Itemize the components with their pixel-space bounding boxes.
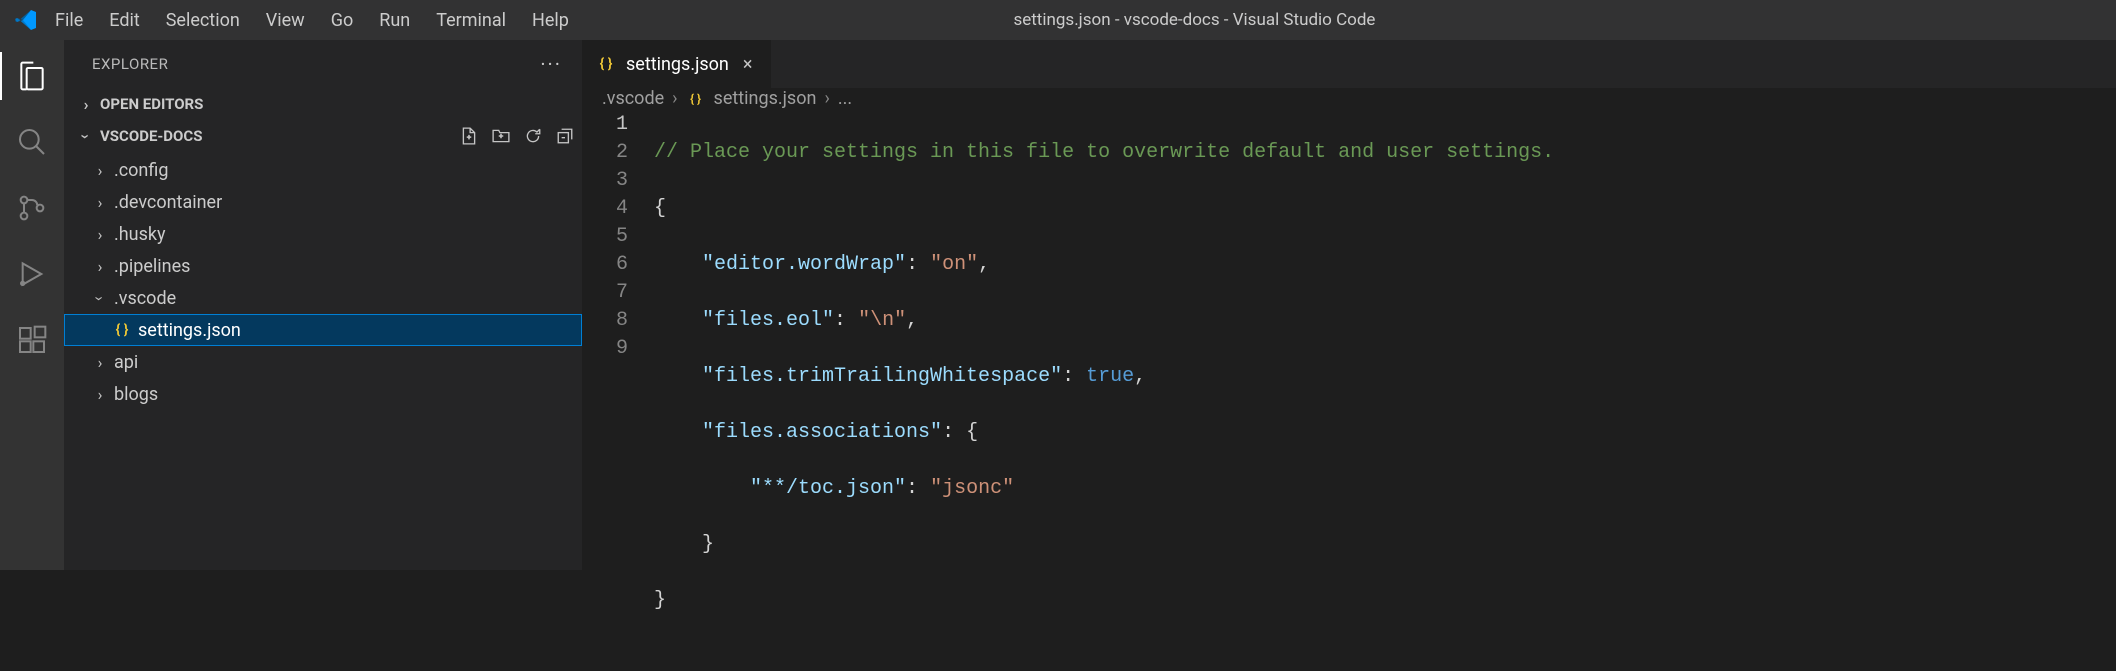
file-tree: ›.config ›.devcontainer ›.husky ›.pipeli… [64, 152, 582, 412]
refresh-icon[interactable] [524, 127, 542, 145]
activity-source-control-icon[interactable] [8, 184, 56, 232]
collapse-all-icon[interactable] [556, 127, 574, 145]
menu-edit[interactable]: Edit [97, 4, 151, 37]
editor-tabs: { } settings.json × [582, 40, 2116, 88]
code-lines[interactable]: // Place your settings in this file to o… [654, 111, 2116, 671]
json-file-icon: { } [686, 92, 706, 106]
explorer-title: EXPLORER [92, 55, 168, 73]
activity-search-icon[interactable] [8, 118, 56, 166]
chevron-right-icon: › [824, 88, 829, 109]
new-file-icon[interactable] [460, 127, 478, 145]
open-editors-label: OPEN EDITORS [100, 95, 203, 113]
menu-selection[interactable]: Selection [154, 4, 252, 37]
chevron-down-icon: › [77, 128, 96, 144]
breadcrumb-trail[interactable]: ... [838, 88, 852, 109]
breadcrumb-file[interactable]: settings.json [714, 88, 817, 109]
activity-extensions-icon[interactable] [8, 316, 56, 364]
explorer-sidebar: EXPLORER ··· › OPEN EDITORS › VSCODE-DOC… [64, 40, 582, 570]
json-file-icon: { } [596, 56, 616, 72]
chevron-right-icon: › [92, 353, 108, 372]
activity-run-debug-icon[interactable] [8, 250, 56, 298]
breadcrumb-folder[interactable]: .vscode [602, 88, 664, 109]
workspace-actions [460, 127, 574, 145]
menu-view[interactable]: View [254, 4, 317, 37]
menu-bar: File Edit Selection View Go Run Terminal… [43, 4, 581, 37]
tree-folder[interactable]: ›.vscode [64, 282, 582, 314]
tree-folder[interactable]: ›.husky [64, 218, 582, 250]
chevron-right-icon: › [78, 95, 94, 114]
window-title: settings.json - vscode-docs - Visual Stu… [581, 10, 1808, 30]
tree-file-selected[interactable]: { }settings.json [64, 314, 582, 346]
workspace-label: VSCODE-DOCS [100, 127, 202, 145]
activity-bar [0, 40, 64, 570]
editor-tab-active[interactable]: { } settings.json × [582, 40, 772, 88]
tree-folder[interactable]: ›.devcontainer [64, 186, 582, 218]
activity-explorer-icon[interactable] [8, 52, 56, 100]
menu-go[interactable]: Go [319, 4, 366, 37]
explorer-header: EXPLORER ··· [64, 40, 582, 88]
breadcrumb[interactable]: .vscode › { } settings.json › ... [582, 88, 2116, 109]
tree-folder[interactable]: ›.config [64, 154, 582, 186]
chevron-right-icon: › [92, 161, 108, 180]
menu-run[interactable]: Run [367, 4, 422, 37]
chevron-right-icon: › [92, 193, 108, 212]
chevron-down-icon: › [91, 290, 110, 306]
workspace-section[interactable]: › VSCODE-DOCS [64, 120, 582, 152]
line-gutter: 1 2 3 4 5 6 7 8 9 [582, 111, 654, 671]
menu-help[interactable]: Help [520, 4, 581, 37]
code-editor[interactable]: 1 2 3 4 5 6 7 8 9 // Place your settings… [582, 109, 2116, 671]
chevron-right-icon: › [92, 257, 108, 276]
chevron-right-icon: › [92, 385, 108, 404]
chevron-right-icon: › [672, 88, 677, 109]
editor-area: { } settings.json × .vscode › { } settin… [582, 40, 2116, 570]
close-tab-icon[interactable]: × [739, 54, 757, 75]
title-bar: File Edit Selection View Go Run Terminal… [0, 0, 2116, 40]
explorer-more-icon[interactable]: ··· [540, 52, 562, 76]
new-folder-icon[interactable] [492, 127, 510, 145]
menu-file[interactable]: File [43, 4, 95, 37]
tree-folder[interactable]: ›.pipelines [64, 250, 582, 282]
tree-folder[interactable]: ›api [64, 346, 582, 378]
menu-terminal[interactable]: Terminal [424, 4, 518, 37]
vscode-logo-icon [8, 8, 43, 32]
open-editors-section[interactable]: › OPEN EDITORS [64, 88, 582, 120]
tab-label: settings.json [626, 54, 729, 75]
chevron-right-icon: › [92, 225, 108, 244]
json-file-icon: { } [112, 322, 132, 338]
tree-folder[interactable]: ›blogs [64, 378, 582, 410]
